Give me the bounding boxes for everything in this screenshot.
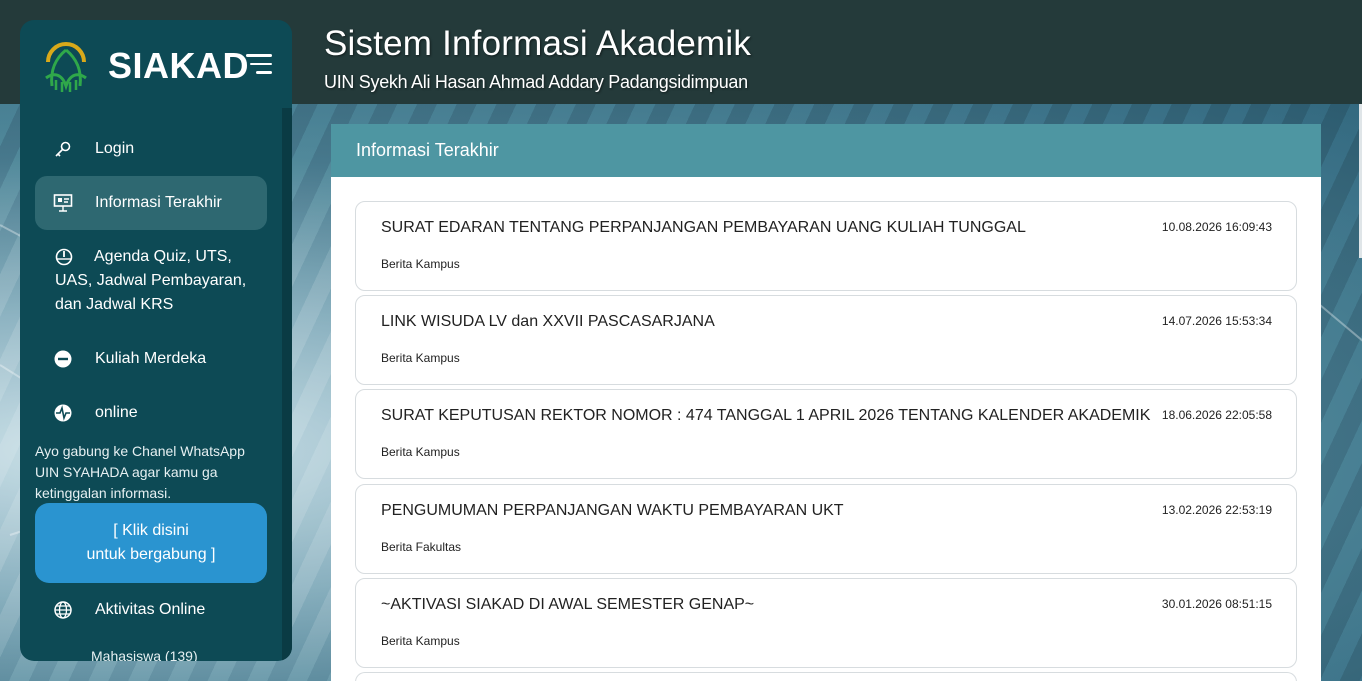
news-title: SURAT KEPUTUSAN REKTOR NOMOR : 474 TANGG… (381, 407, 1151, 424)
panel-title: Informasi Terakhir (331, 124, 1321, 177)
presentation-board-icon (53, 193, 73, 213)
pulse-icon (53, 403, 73, 423)
app-subtitle: UIN Syekh Ali Hasan Ahmad Addary Padangs… (324, 72, 748, 92)
news-item[interactable]: LINK WISUDA LV dan XXVII PASCASARJANA 14… (355, 295, 1297, 385)
news-title: SURAT EDARAN TENTANG PERPANJANGAN PEMBAY… (381, 219, 1026, 236)
sidebar-item-online[interactable]: online (35, 392, 267, 432)
sidebar-item-aktivitas-online[interactable]: Aktivitas Online (35, 589, 267, 629)
sidebar-item-label: Login (95, 140, 135, 157)
news-category: Berita Kampus (381, 351, 460, 365)
news-item[interactable]: PENGUMUMAN PERPANJANGAN WAKTU PEMBAYARAN… (355, 484, 1297, 574)
sidebar-item-kuliah-merdeka[interactable]: Kuliah Merdeka (35, 338, 267, 378)
whatsapp-button-line1: [ Klik disini (113, 522, 189, 539)
sidebar-item-label: Agenda Quiz, UTS, UAS, Jadwal Pembayaran… (55, 248, 247, 313)
main-panel: Informasi Terakhir SURAT EDARAN TENTANG … (331, 124, 1321, 681)
menu-toggle-icon[interactable] (246, 54, 274, 76)
sidebar-scrollbar[interactable] (282, 108, 292, 661)
whatsapp-invite-text: Ayo gabung ke Chanel WhatsApp UIN SYAHAD… (35, 443, 245, 501)
news-item[interactable] (355, 672, 1297, 681)
app-title: Sistem Informasi Akademik (324, 24, 752, 63)
news-item[interactable]: SURAT KEPUTUSAN REKTOR NOMOR : 474 TANGG… (355, 389, 1297, 479)
news-title: ~AKTIVASI SIAKAD DI AWAL SEMESTER GENAP~ (381, 596, 755, 613)
key-icon (53, 139, 73, 159)
sidebar-item-label: online (95, 404, 138, 421)
sidebar-item-label: Kuliah Merdeka (95, 350, 207, 367)
whatsapp-join-button[interactable]: [ Klik disini untuk bergabung ] (35, 503, 267, 583)
sidebar-item-label: Aktivitas Online (95, 601, 206, 618)
news-item[interactable]: SURAT EDARAN TENTANG PERPANJANGAN PEMBAY… (355, 201, 1297, 291)
sidebar-item-label: Informasi Terakhir (95, 194, 222, 211)
news-date: 10.08.2026 16:09:43 (1161, 220, 1272, 234)
sidebar: SIAKAD Login Informasi Terakhir Agenda Q… (20, 20, 292, 661)
news-category: Berita Kampus (381, 445, 460, 459)
news-category: Berita Fakultas (381, 540, 462, 554)
news-date: 13.02.2026 22:53:19 (1161, 503, 1272, 517)
news-date: 30.01.2026 08:51:15 (1161, 597, 1272, 611)
sidebar-item-login[interactable]: Login (35, 128, 267, 168)
sidebar-subitem-mahasiswa[interactable]: Mahasiswa (139) (91, 648, 198, 661)
news-category: Berita Kampus (381, 634, 460, 648)
whatsapp-button-line2: untuk bergabung ] (86, 546, 216, 563)
sidebar-item-agenda[interactable]: Agenda Quiz, UTS, UAS, Jadwal Pembayaran… (55, 245, 255, 317)
university-logo (42, 36, 90, 94)
news-title: LINK WISUDA LV dan XXVII PASCASARJANA (381, 313, 715, 330)
news-date: 18.06.2026 22:05:58 (1161, 408, 1272, 422)
news-title: PENGUMUMAN PERPANJANGAN WAKTU PEMBAYARAN… (381, 502, 844, 519)
brand-name: SIAKAD (108, 45, 250, 86)
minus-circle-icon (53, 349, 73, 369)
news-item[interactable]: ~AKTIVASI SIAKAD DI AWAL SEMESTER GENAP~… (355, 578, 1297, 668)
sidebar-item-informasi-terakhir[interactable]: Informasi Terakhir (35, 176, 267, 230)
gauge-icon (55, 248, 73, 266)
news-category: Berita Kampus (381, 257, 460, 271)
news-date: 14.07.2026 15:53:34 (1161, 314, 1272, 328)
globe-icon (53, 600, 73, 620)
